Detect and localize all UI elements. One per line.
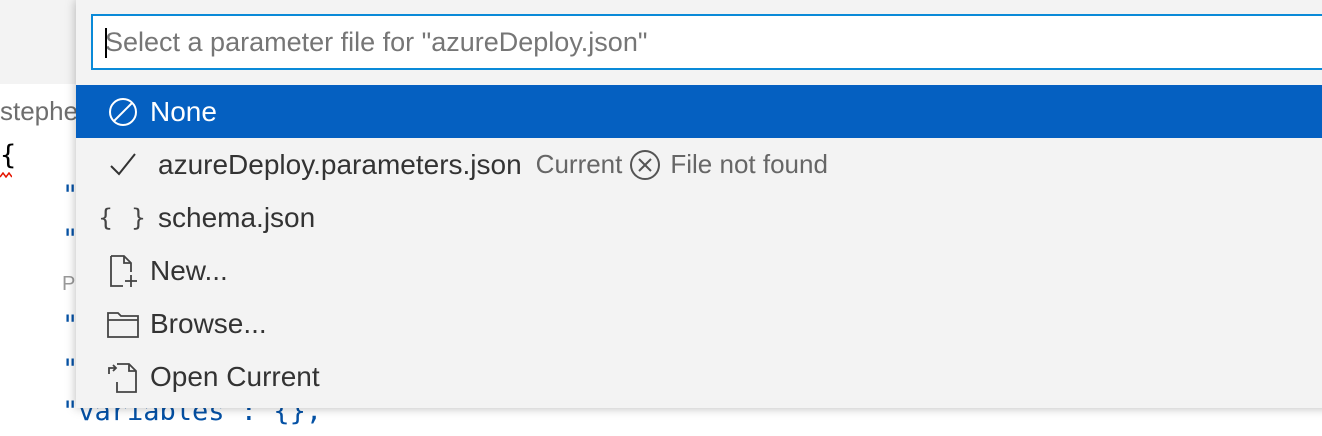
breadcrumb[interactable]: stephe	[0, 96, 78, 127]
open-file-icon	[106, 360, 140, 394]
item-label: schema.json	[158, 201, 316, 233]
quick-pick-widget: None azureDeploy.parameters.json Current…	[76, 0, 1322, 408]
quick-pick-item-none[interactable]: None	[76, 85, 1322, 138]
new-file-icon	[106, 254, 140, 288]
quick-pick-list: None azureDeploy.parameters.json Current…	[76, 85, 1322, 403]
item-detail: File not found	[628, 148, 828, 182]
quick-pick-item-new[interactable]: New...	[76, 244, 1322, 297]
item-detail-text: File not found	[670, 149, 828, 179]
item-label: Open Current	[150, 360, 320, 392]
braces-icon: { }	[98, 203, 148, 232]
quick-pick-item-open-current[interactable]: Open Current	[76, 350, 1322, 403]
text-caret	[105, 28, 107, 58]
code-lens[interactable]: P	[62, 273, 75, 296]
none-icon	[106, 95, 140, 129]
quick-pick-item-schema[interactable]: { } schema.json	[76, 191, 1322, 244]
quick-pick-item-parameters-file[interactable]: azureDeploy.parameters.json Current File…	[76, 138, 1322, 191]
item-label: azureDeploy.parameters.json	[158, 148, 522, 180]
error-squiggle	[0, 172, 12, 178]
item-label: None	[150, 95, 217, 127]
code-line-brace: {	[0, 140, 17, 171]
quick-pick-input-box[interactable]	[91, 14, 1322, 70]
folder-icon	[106, 307, 140, 341]
quick-pick-item-browse[interactable]: Browse...	[76, 297, 1322, 350]
check-icon	[106, 148, 140, 182]
item-description: Current	[535, 149, 623, 179]
quick-pick-input[interactable]	[93, 16, 1322, 68]
error-circle-icon	[630, 149, 661, 180]
item-label: New...	[150, 254, 228, 286]
item-label: Browse...	[150, 307, 267, 339]
